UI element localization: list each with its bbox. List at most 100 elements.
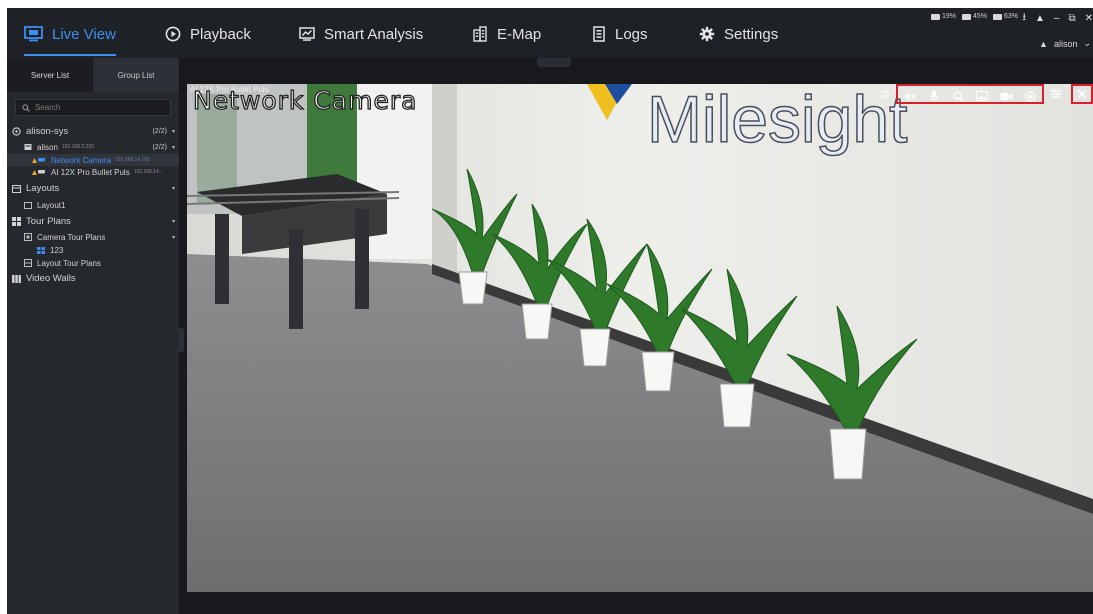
cpu-usage: 19% — [941, 13, 956, 20]
analysis-icon — [299, 27, 315, 41]
instant-playback-icon — [879, 89, 889, 99]
camera-tour-item-label: 123 — [50, 245, 64, 255]
zoom-icon — [953, 91, 964, 102]
layout-item-label: Layout1 — [37, 200, 66, 210]
chevron-down-icon: ▾ — [171, 129, 175, 135]
server-icon — [12, 127, 21, 136]
play-circle-icon — [165, 26, 181, 42]
camera-item-bullet[interactable]: AI 12X Pro Bullet Puls 192.168.14... — [7, 166, 179, 178]
tab-logs-label: Logs — [615, 25, 648, 43]
tour-plans-label: Tour Plans — [26, 216, 71, 227]
tab-server-list[interactable]: Server List — [7, 58, 93, 92]
gpu-stat: 63% — [992, 13, 1018, 20]
video-action-group — [896, 84, 1044, 104]
ptz-control-icon — [1024, 90, 1036, 102]
wall-logo: Milesight — [647, 84, 907, 156]
video-camera-icon — [1000, 92, 1012, 100]
app-window: Live View Playback Smart Analysis E-Map … — [7, 8, 1093, 614]
tab-smart-analysis-label: Smart Analysis — [324, 25, 424, 43]
close-video-button[interactable] — [1071, 84, 1093, 104]
device-ip: 192.168.5.253 — [61, 144, 94, 150]
minimize-icon[interactable]: – — [1054, 13, 1060, 24]
camera-tour-plans-node[interactable]: Camera Tour Plans ▾ — [7, 230, 179, 244]
tab-e-map[interactable]: E-Map — [472, 18, 541, 50]
camera-ip: 192.168.14.165 — [115, 157, 150, 163]
user-menu[interactable]: ▲ alison ⌄ — [1039, 38, 1091, 49]
playback-button[interactable] — [872, 84, 896, 104]
system-stats: 19% 45% 63% — [930, 13, 1018, 20]
server-count: (2/2) — [152, 128, 167, 135]
tab-playback-label: Playback — [190, 25, 251, 43]
audio-button[interactable] — [898, 86, 922, 106]
sidebar-tabs: Server List Group List — [7, 58, 179, 92]
camera-tour-item[interactable]: 123 — [7, 244, 179, 256]
server-node[interactable]: alison-sys (2/2) ▾ — [7, 123, 179, 140]
two-way-audio-button[interactable] — [922, 86, 946, 106]
digital-zoom-button[interactable] — [946, 86, 970, 106]
sliders-icon — [1050, 89, 1062, 99]
tour-plans-node[interactable]: Tour Plans ▾ — [7, 213, 179, 230]
bell-icon[interactable]: ▲ — [1035, 13, 1045, 24]
tab-settings[interactable]: Settings — [699, 18, 778, 50]
camera-name: Network Camera — [51, 155, 112, 165]
chevron-down-icon: ▾ — [171, 144, 175, 151]
layouts-node[interactable]: Layouts ▾ — [7, 180, 179, 197]
video-walls-node[interactable]: Video Walls — [7, 270, 179, 287]
window-controls: ⭳ ▲ – ⧉ ✕ — [1023, 10, 1093, 27]
video-wall-icon — [12, 274, 21, 283]
camera-icon — [32, 157, 46, 163]
device-node[interactable]: alison 192.168.5.253 (2/2) ▾ — [7, 140, 179, 154]
ptz-button[interactable] — [1018, 86, 1042, 106]
chevron-down-icon: ⌄ — [1083, 38, 1091, 48]
gpu-usage: 63% — [1003, 13, 1018, 20]
camera-name: AI 12X Pro Bullet Puls — [51, 167, 130, 177]
sidebar-resize-handle[interactable] — [179, 328, 184, 352]
close-window-icon[interactable]: ✕ — [1085, 13, 1093, 24]
tour-plans-icon — [12, 217, 21, 226]
search-input[interactable] — [35, 103, 165, 112]
memory-usage: 45% — [972, 13, 987, 20]
download-icon[interactable]: ⭳ — [1023, 10, 1027, 27]
layout-tour-icon — [24, 259, 32, 267]
tab-smart-analysis[interactable]: Smart Analysis — [299, 18, 423, 50]
image-settings-button[interactable] — [1044, 84, 1068, 104]
speaker-muted-icon — [905, 92, 916, 100]
gear-icon — [699, 26, 715, 42]
device-count: (2/2) — [152, 143, 167, 151]
tab-group-list[interactable]: Group List — [93, 58, 179, 92]
cpu-stat: 19% — [930, 13, 956, 20]
server-name: alison-sys — [26, 126, 69, 137]
nvr-icon — [24, 143, 32, 151]
search-box — [15, 99, 171, 116]
tab-live-view[interactable]: Live View — [24, 18, 116, 56]
tab-playback[interactable]: Playback — [165, 18, 251, 50]
user-icon: ▲ — [1039, 38, 1048, 49]
restore-icon[interactable]: ⧉ — [1068, 13, 1075, 24]
camera-item-network-camera[interactable]: Network Camera 192.168.14.165 — [7, 154, 179, 166]
memory-icon — [961, 13, 971, 20]
record-button[interactable] — [994, 86, 1018, 106]
layout-tour-plans-label: Layout Tour Plans — [37, 258, 101, 268]
search-icon — [22, 103, 30, 112]
osd-camera-name: Network Camera — [192, 85, 418, 115]
tab-logs[interactable]: Logs — [592, 18, 648, 50]
memory-stat: 45% — [961, 13, 987, 20]
building-icon — [473, 26, 487, 42]
device-name: alison — [37, 142, 58, 152]
layout-item[interactable]: Layout1 — [7, 197, 179, 213]
camera-icon — [32, 169, 46, 175]
tour-item-icon — [37, 246, 45, 254]
layout-tour-plans-node[interactable]: Layout Tour Plans — [7, 256, 179, 270]
cpu-icon — [930, 13, 940, 20]
image-icon — [976, 91, 988, 101]
snapshot-button[interactable] — [970, 86, 994, 106]
close-icon — [1077, 89, 1087, 99]
video-toolbar — [872, 84, 1093, 104]
topbar-collapse-handle[interactable] — [537, 58, 571, 67]
log-icon — [593, 26, 605, 42]
microphone-icon — [929, 90, 939, 102]
gpu-icon — [992, 13, 1002, 20]
live-video-pane[interactable]: Milesight AI 12X Pro Bullet Puls Network… — [187, 84, 1093, 592]
monitor-icon — [24, 26, 43, 42]
layout-icon — [12, 184, 21, 193]
